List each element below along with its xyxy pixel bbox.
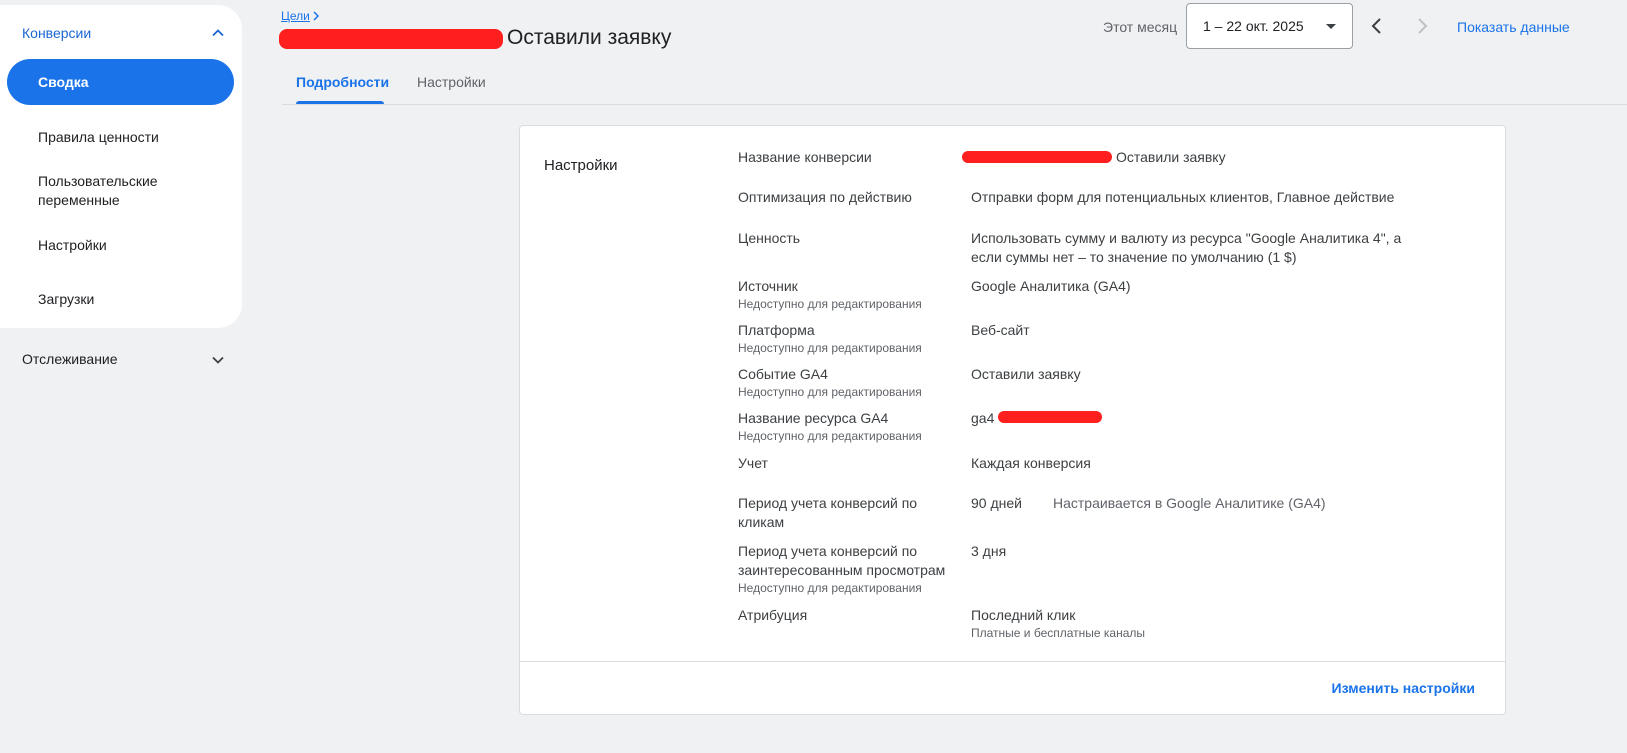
value-text: Последний клик — [971, 607, 1076, 623]
sidebar-group-conversions[interactable]: Конверсии — [22, 25, 224, 43]
sidebar-item-label: Загрузки — [38, 291, 95, 307]
date-range-select[interactable]: 1 – 22 окт. 2025 — [1186, 3, 1353, 49]
show-data-link[interactable]: Показать данные — [1457, 19, 1570, 35]
row-value-view-window: 3 дня — [971, 543, 1007, 559]
row-label-conversion-name: Название конверсии — [738, 148, 960, 167]
redaction-mark — [962, 151, 1112, 163]
sidebar-item-label: Настройки — [38, 237, 107, 253]
row-note-click-window: Настраивается в Google Аналитике (GA4) — [1053, 495, 1326, 511]
sidebar-item-label: Правила ценности — [38, 129, 159, 145]
row-label-ga4-event: Событие GA4 Недоступно для редактирования — [738, 365, 960, 400]
period-label: Этот месяц — [1103, 19, 1178, 35]
chevron-up-icon — [212, 29, 224, 37]
date-range-value: 1 – 22 окт. 2025 — [1203, 18, 1304, 34]
chevron-right-icon[interactable] — [1411, 15, 1433, 37]
sidebar-group-tracking[interactable]: Отслеживание — [22, 351, 224, 369]
sidebar-item-value-rules[interactable]: Правила ценности — [38, 128, 228, 147]
tab-divider — [282, 104, 1627, 105]
card-footer-divider — [520, 661, 1505, 662]
value-sub: Платные и бесплатные каналы — [971, 626, 1146, 640]
chevron-left-icon[interactable] — [1366, 15, 1388, 37]
row-label-attribution: Атрибуция — [738, 606, 960, 625]
label-sub: Недоступно для редактирования — [738, 385, 922, 399]
tab-details[interactable]: Подробности — [296, 74, 389, 90]
row-label-counting: Учет — [738, 454, 960, 473]
row-label-value: Ценность — [738, 229, 960, 248]
label-text: Ценность — [738, 230, 801, 246]
row-label-ga4-resource: Название ресурса GA4 Недоступно для редак… — [738, 409, 960, 444]
label-text: Платформа — [738, 322, 815, 338]
row-value-attribution: Последний клик Платные и бесплатные канал… — [971, 606, 1441, 641]
chevron-right-icon — [313, 11, 320, 21]
label-text: Период учета конверсий по заинтересованн… — [738, 543, 946, 578]
row-value-ga4-event: Оставили заявку — [971, 366, 1081, 382]
sidebar-item-settings[interactable]: Настройки — [38, 236, 228, 255]
label-text: Период учета конверсий по кликам — [738, 495, 918, 530]
label-sub: Недоступно для редактирования — [738, 581, 922, 595]
row-value-optimization: Отправки форм для потенциальных клиентов… — [971, 189, 1395, 205]
page-title: Оставили заявку — [507, 26, 672, 49]
label-text: Атрибуция — [738, 607, 808, 623]
row-value-platform: Веб-сайт — [971, 322, 1030, 338]
chevron-down-icon — [212, 356, 224, 364]
sidebar-item-summary[interactable]: Сводка — [7, 59, 234, 105]
row-label-optimization: Оптимизация по действию — [738, 188, 960, 207]
label-text: Событие GA4 — [738, 366, 828, 382]
label-text: Название конверсии — [738, 149, 872, 165]
row-label-click-window: Период учета конверсий по кликам — [738, 494, 958, 532]
breadcrumb-goals[interactable]: Цели — [281, 9, 310, 23]
row-label-platform: Платформа Недоступно для редактирования — [738, 321, 960, 356]
row-label-source: Источник Недоступно для редактирования — [738, 277, 960, 312]
label-sub: Недоступно для редактирования — [738, 297, 922, 311]
settings-card: Настройки Название конверсии Оставили за… — [519, 125, 1506, 715]
sidebar-panel: Конверсии Сводка Правила ценности Пользо… — [0, 5, 242, 328]
sidebar-group-tracking-label: Отслеживание — [22, 351, 118, 367]
row-value-counting: Каждая конверсия — [971, 455, 1091, 471]
row-value-conversion-name: Оставили заявку — [1116, 149, 1226, 165]
label-sub: Недоступно для редактирования — [738, 341, 922, 355]
sidebar-item-uploads[interactable]: Загрузки — [38, 290, 228, 309]
row-label-view-window: Период учета конверсий по заинтересованн… — [738, 542, 966, 596]
sidebar-item-label: Сводка — [38, 74, 89, 90]
row-value-value: Использовать сумму и валюту из ресурса "… — [971, 230, 1402, 265]
label-text: Учет — [738, 455, 768, 471]
sidebar-group-conversions-label: Конверсии — [22, 25, 92, 41]
row-value-click-window: 90 дней — [971, 495, 1022, 511]
redaction-mark — [279, 29, 503, 49]
label-text: Оптимизация по действию — [738, 189, 912, 205]
dropdown-caret-icon — [1326, 24, 1336, 29]
label-text: Источник — [738, 278, 798, 294]
redaction-mark — [998, 411, 1102, 423]
edit-settings-button[interactable]: Изменить настройки — [1332, 680, 1475, 696]
label-sub: Недоступно для редактирования — [738, 429, 922, 443]
tab-settings[interactable]: Настройки — [417, 74, 486, 90]
sidebar-item-label: Пользовательские переменные — [38, 173, 158, 208]
row-value-source: Google Аналитика (GA4) — [971, 278, 1131, 294]
settings-card-title: Настройки — [544, 157, 618, 174]
sidebar-item-custom-variables[interactable]: Пользовательские переменные — [38, 172, 228, 210]
label-text: Название ресурса GA4 — [738, 410, 889, 426]
